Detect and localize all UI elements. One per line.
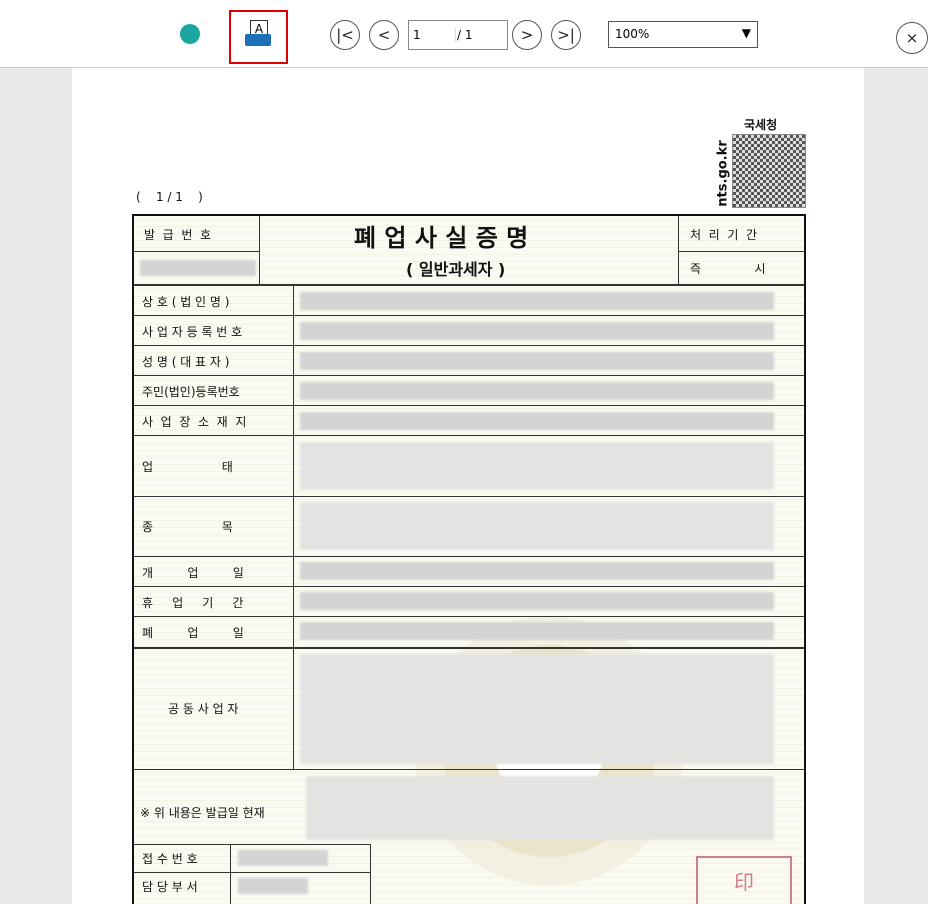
footer-note: ※ 위 내용은 발급일 현재	[140, 806, 265, 820]
row-label-0: 상 호 ( 법 인 명 )	[142, 295, 230, 309]
redacted-value	[300, 654, 774, 764]
row-label-7: 개 업 일	[142, 566, 244, 580]
redacted-value	[300, 502, 774, 550]
row-label-3: 주민(법인)등록번호	[142, 385, 240, 399]
row-label-6: 종 목	[142, 520, 233, 534]
row-label-9: 폐 업 일	[142, 626, 244, 640]
viewer-toolbar: A |< < 1 / 1 > >| 100% ▼ ×	[0, 0, 928, 68]
zoom-select[interactable]: 100% ▼	[608, 21, 758, 48]
document-page: 국세청 nts.go.kr ( 1 / 1 ) 발 급 번 호 폐 업 사 실 …	[72, 68, 864, 904]
redacted-value	[300, 622, 774, 640]
redacted-value	[300, 412, 774, 430]
row-label-8: 휴 업 기 간	[142, 596, 244, 610]
agency-site: nts.go.kr	[715, 140, 731, 207]
document-title: 폐 업 사 실 증 명	[354, 224, 529, 252]
share-icon[interactable]	[180, 24, 200, 44]
qr-code	[732, 134, 806, 208]
redacted-value	[300, 352, 774, 370]
row-label-2: 성 명 ( 대 표 자 )	[142, 355, 230, 369]
prev-page-button[interactable]: <	[369, 20, 399, 50]
document-subtitle: ( 일반과세자 )	[406, 260, 506, 279]
redacted-value	[300, 382, 774, 400]
print-icon: A	[245, 20, 271, 50]
page-number-input[interactable]: 1 / 1	[408, 20, 508, 50]
processing-value: 즉 시	[690, 262, 766, 276]
print-button[interactable]: A	[229, 10, 288, 64]
redacted-value	[300, 292, 774, 310]
joint-business-label: 공 동 사 업 자	[168, 702, 239, 716]
row-label-4: 사 업 장 소 재 지	[142, 415, 247, 429]
last-page-button[interactable]: >|	[551, 20, 581, 50]
page-indicator: ( 1 / 1 )	[136, 190, 203, 204]
total-pages: / 1	[457, 28, 473, 42]
processing-label: 처 리 기 간	[690, 228, 758, 242]
issue-number-label: 발 급 번 호	[144, 228, 212, 242]
official-seal: 印	[696, 856, 792, 904]
redacted-value	[300, 562, 774, 580]
redacted-value	[300, 442, 774, 490]
department-label: 담 당 부 서	[142, 880, 198, 894]
redacted-value	[300, 322, 774, 340]
first-page-button[interactable]: |<	[330, 20, 360, 50]
current-page: 1	[413, 28, 421, 42]
chevron-down-icon: ▼	[741, 26, 751, 40]
row-label-5: 업 태	[142, 460, 233, 474]
close-button[interactable]: ×	[896, 22, 928, 54]
next-page-button[interactable]: >	[512, 20, 542, 50]
redacted-value	[306, 776, 774, 840]
receipt-number-label: 접 수 번 호	[142, 852, 198, 866]
redacted-value	[238, 850, 328, 866]
certificate-form: 발 급 번 호 폐 업 사 실 증 명 ( 일반과세자 ) 처 리 기 간 즉 …	[132, 214, 806, 904]
redacted-value	[238, 878, 308, 894]
row-label-1: 사 업 자 등 록 번 호	[142, 325, 243, 339]
zoom-value: 100%	[615, 27, 650, 41]
agency-name: 국세청	[744, 118, 778, 132]
redacted-value	[300, 592, 774, 610]
